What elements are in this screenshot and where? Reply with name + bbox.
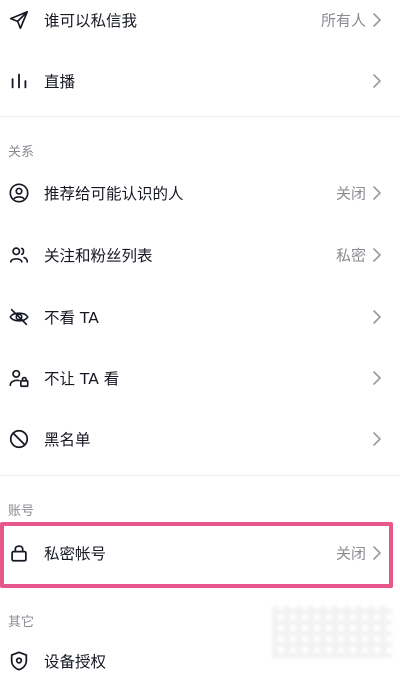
- setting-label: 不看 TA: [44, 309, 99, 327]
- setting-row-private-account[interactable]: 私密帐号 关闭: [0, 522, 400, 584]
- user-lock-icon: [8, 367, 30, 389]
- chevron-right-icon: [372, 185, 382, 201]
- chevron-right-icon: [372, 545, 382, 561]
- watermark: [272, 606, 392, 658]
- shield-icon: [8, 650, 30, 672]
- setting-label: 黑名单: [44, 431, 91, 449]
- setting-row-live[interactable]: 直播: [0, 51, 400, 111]
- user-circle-icon: [8, 182, 30, 204]
- setting-value: 私密: [335, 246, 366, 265]
- section-divider: [0, 475, 400, 476]
- chevron-right-icon: [372, 12, 382, 28]
- setting-row-private-message[interactable]: 谁可以私信我 所有人: [0, 0, 400, 50]
- users-icon: [8, 244, 30, 266]
- setting-label: 不让 TA 看: [44, 370, 120, 388]
- setting-row-blacklist[interactable]: 黑名单: [0, 409, 400, 469]
- section-title-relations: 关系: [8, 145, 35, 160]
- setting-value: 所有人: [320, 11, 366, 30]
- chevron-right-icon: [372, 247, 382, 263]
- section-title-other: 其它: [8, 615, 35, 630]
- section-divider: [0, 116, 400, 117]
- setting-row-follow-list[interactable]: 关注和粉丝列表 私密: [0, 225, 400, 285]
- setting-label: 直播: [44, 73, 76, 91]
- setting-label: 设备授权: [44, 653, 107, 671]
- setting-label: 推荐给可能认识的人: [44, 185, 184, 203]
- setting-label: 关注和粉丝列表: [44, 247, 153, 265]
- eye-off-icon: [8, 306, 30, 328]
- send-icon: [8, 9, 30, 31]
- setting-row-hide-mine[interactable]: 不让 TA 看: [0, 348, 400, 408]
- chevron-right-icon: [372, 431, 382, 447]
- chevron-right-icon: [372, 309, 382, 325]
- setting-value: 关闭: [335, 184, 366, 203]
- chevron-right-icon: [372, 370, 382, 386]
- setting-row-recommend[interactable]: 推荐给可能认识的人 关闭: [0, 163, 400, 223]
- setting-label: 私密帐号: [44, 545, 107, 563]
- bar-chart-icon: [8, 70, 30, 92]
- setting-value: 关闭: [335, 544, 366, 563]
- section-title-account: 账号: [8, 504, 35, 519]
- block-icon: [8, 428, 30, 450]
- lock-icon: [8, 542, 30, 564]
- setting-row-hide-their[interactable]: 不看 TA: [0, 287, 400, 347]
- chevron-right-icon: [372, 73, 382, 89]
- setting-label: 谁可以私信我: [44, 12, 138, 30]
